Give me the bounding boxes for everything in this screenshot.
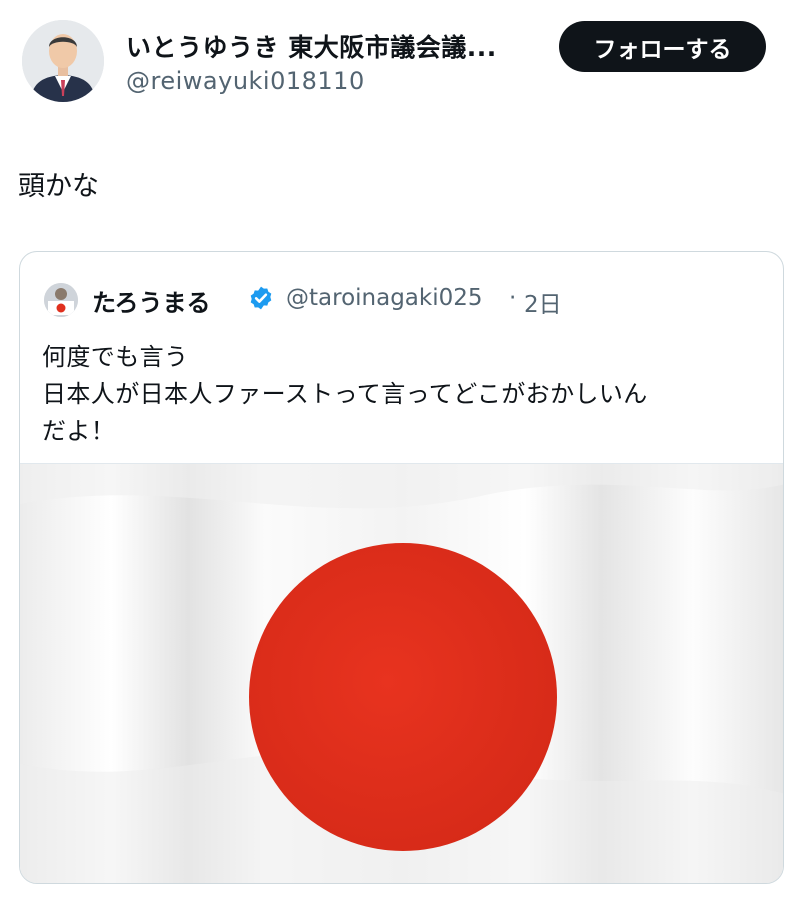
quoted-author-avatar[interactable] (44, 283, 78, 317)
japan-flag-image (20, 464, 783, 883)
quoted-text-line: 日本人が日本人ファーストって言ってどこがおかしいん (42, 380, 648, 408)
quoted-text-line: 何度でも言う (42, 343, 189, 371)
author-display-name[interactable]: いとうゆうき 東大阪市議会議... (126, 28, 497, 64)
quoted-timestamp[interactable]: 2日 (524, 285, 562, 319)
author-handle[interactable]: @reiwayuki018110 (126, 67, 365, 95)
follow-button[interactable]: フォローする (559, 21, 766, 72)
verified-badge-icon (250, 286, 272, 310)
quoted-tweet-card[interactable]: たろうまる @taroinagaki025 · 2日 何度でも言う 日本人が日本… (19, 251, 784, 884)
quoted-text-line: だよ！ (42, 417, 116, 445)
quoted-media-image[interactable] (20, 463, 783, 883)
quoted-author-name[interactable]: たろうまる (92, 283, 211, 318)
tweet-text: 頭かな (18, 171, 99, 202)
quoted-author-handle[interactable]: @taroinagaki025 (286, 285, 483, 311)
author-avatar[interactable] (22, 20, 104, 102)
meta-separator: · (509, 285, 517, 311)
tweet-header: いとうゆうき 東大阪市議会議... @reiwayuki018110 フォローす… (0, 0, 803, 120)
